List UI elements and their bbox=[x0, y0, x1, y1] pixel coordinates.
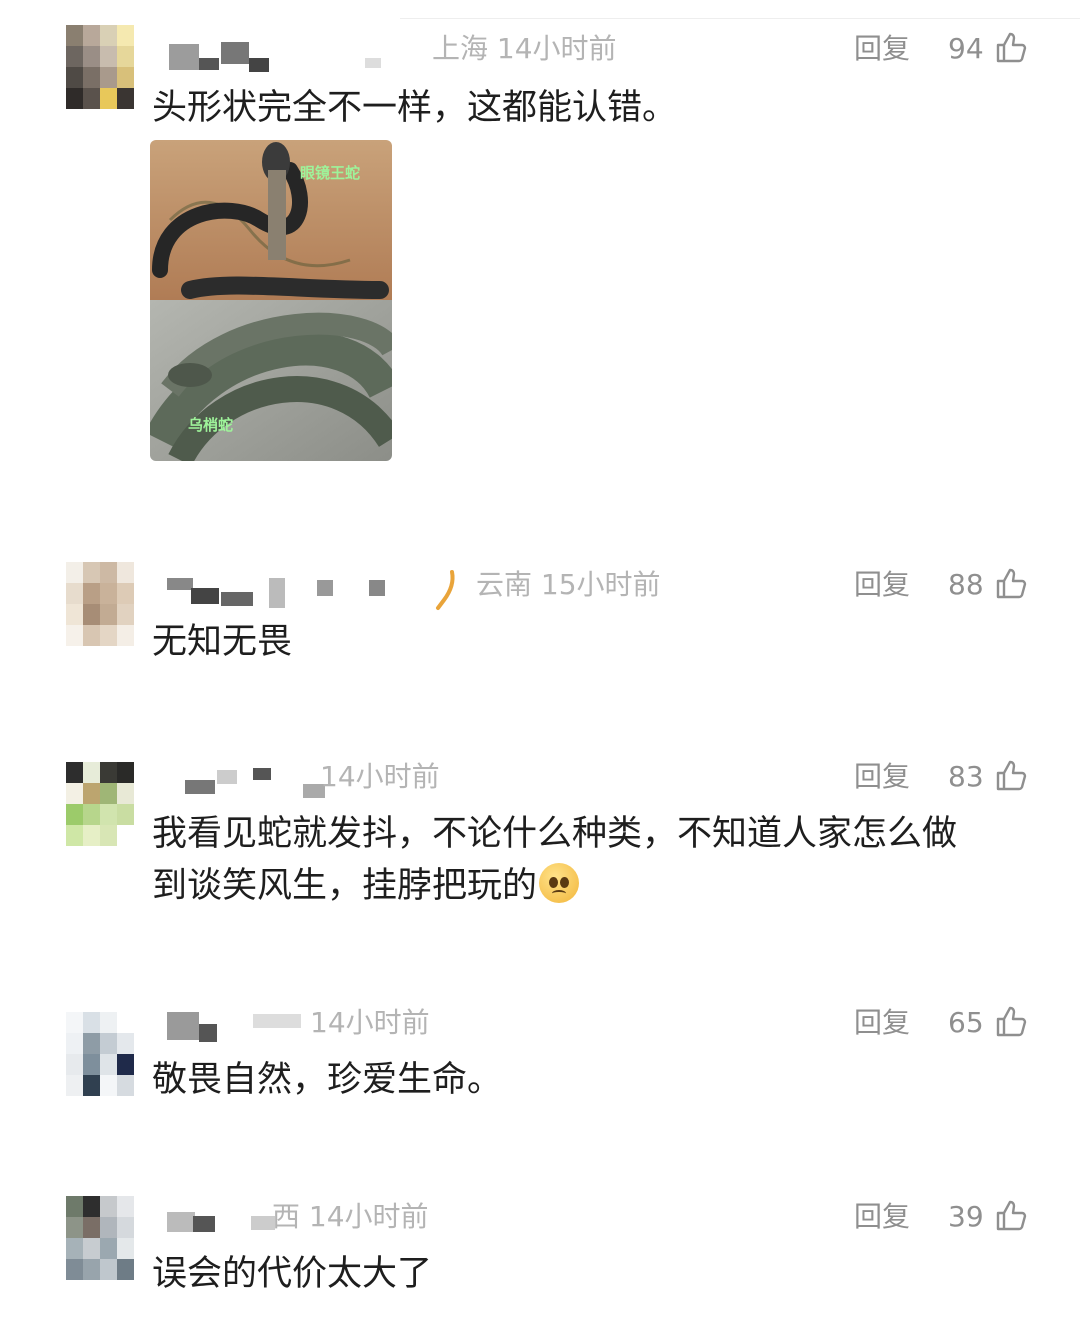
snake-comparison-photo bbox=[150, 140, 392, 461]
avatar[interactable] bbox=[66, 25, 134, 109]
image-caption-bottom: 乌梢蛇 bbox=[188, 416, 234, 434]
comment-text: 头形状完全不一样，这都能认错。 bbox=[152, 88, 678, 128]
top-divider bbox=[400, 18, 1080, 19]
comment-meta: 14小时前 bbox=[310, 1006, 430, 1040]
avatar[interactable] bbox=[66, 1196, 134, 1280]
thumbs-up-icon[interactable] bbox=[994, 566, 1028, 600]
timestamp: 14小时前 bbox=[308, 1200, 429, 1233]
reply-button[interactable]: 回复 bbox=[854, 32, 910, 66]
timestamp: 14小时前 bbox=[320, 760, 440, 793]
comment-text: 敬畏自然，珍爱生命。 bbox=[152, 1060, 503, 1100]
comment-meta: 云南 15小时前 bbox=[476, 568, 661, 602]
comment-text: 误会的代价太大了 bbox=[152, 1254, 433, 1294]
region: 西 bbox=[272, 1200, 301, 1233]
comment-text-line: 到谈笑风生，挂脖把玩的 bbox=[152, 866, 538, 906]
reply-button[interactable]: 回复 bbox=[854, 760, 910, 794]
reply-button[interactable]: 回复 bbox=[854, 568, 910, 602]
timestamp: 14小时前 bbox=[496, 32, 617, 65]
username-masked[interactable] bbox=[165, 1010, 305, 1044]
thumbs-up-icon[interactable] bbox=[994, 1004, 1028, 1038]
pleading-face-emoji bbox=[539, 863, 580, 903]
comment-meta: 上海 14小时前 bbox=[432, 32, 617, 66]
like-count: 39 bbox=[948, 1200, 984, 1233]
comment-text-line: 我看见蛇就发抖，不论什么种类，不知道人家怎么做 bbox=[152, 814, 958, 854]
username-masked[interactable] bbox=[165, 766, 345, 800]
comment-meta: 西 14小时前 bbox=[272, 1200, 429, 1234]
comment-text: 无知无畏 bbox=[152, 622, 293, 662]
like-count: 65 bbox=[948, 1006, 984, 1039]
pen-badge-icon bbox=[436, 570, 455, 610]
region: 云南 bbox=[476, 568, 533, 601]
avatar[interactable] bbox=[66, 1012, 134, 1096]
like-count: 88 bbox=[948, 568, 984, 601]
timestamp: 15小时前 bbox=[540, 568, 661, 601]
region: 上海 bbox=[432, 32, 489, 65]
like-count: 94 bbox=[948, 32, 984, 65]
comment-text-line-with-emoji: 到谈笑风生，挂脖把玩的 bbox=[152, 860, 1042, 912]
avatar[interactable] bbox=[66, 762, 134, 846]
comment-meta: 14小时前 bbox=[320, 760, 440, 794]
timestamp: 14小时前 bbox=[310, 1006, 430, 1039]
thumbs-up-icon[interactable] bbox=[994, 758, 1028, 792]
reply-button[interactable]: 回复 bbox=[854, 1200, 910, 1234]
image-caption-top: 眼镜王蛇 bbox=[300, 164, 361, 182]
comment-image[interactable]: 眼镜王蛇 乌梢蛇 bbox=[150, 140, 392, 461]
thumbs-up-icon[interactable] bbox=[994, 1198, 1028, 1232]
thumbs-up-icon[interactable] bbox=[994, 30, 1028, 64]
avatar[interactable] bbox=[66, 562, 134, 646]
username-masked[interactable] bbox=[165, 574, 405, 608]
like-count: 83 bbox=[948, 760, 984, 793]
username-masked[interactable] bbox=[165, 38, 385, 72]
reply-button[interactable]: 回复 bbox=[854, 1006, 910, 1040]
username-masked[interactable] bbox=[165, 1202, 285, 1236]
comment-text: 我看见蛇就发抖，不论什么种类，不知道人家怎么做 到谈笑风生，挂脖把玩的 bbox=[152, 808, 1042, 912]
